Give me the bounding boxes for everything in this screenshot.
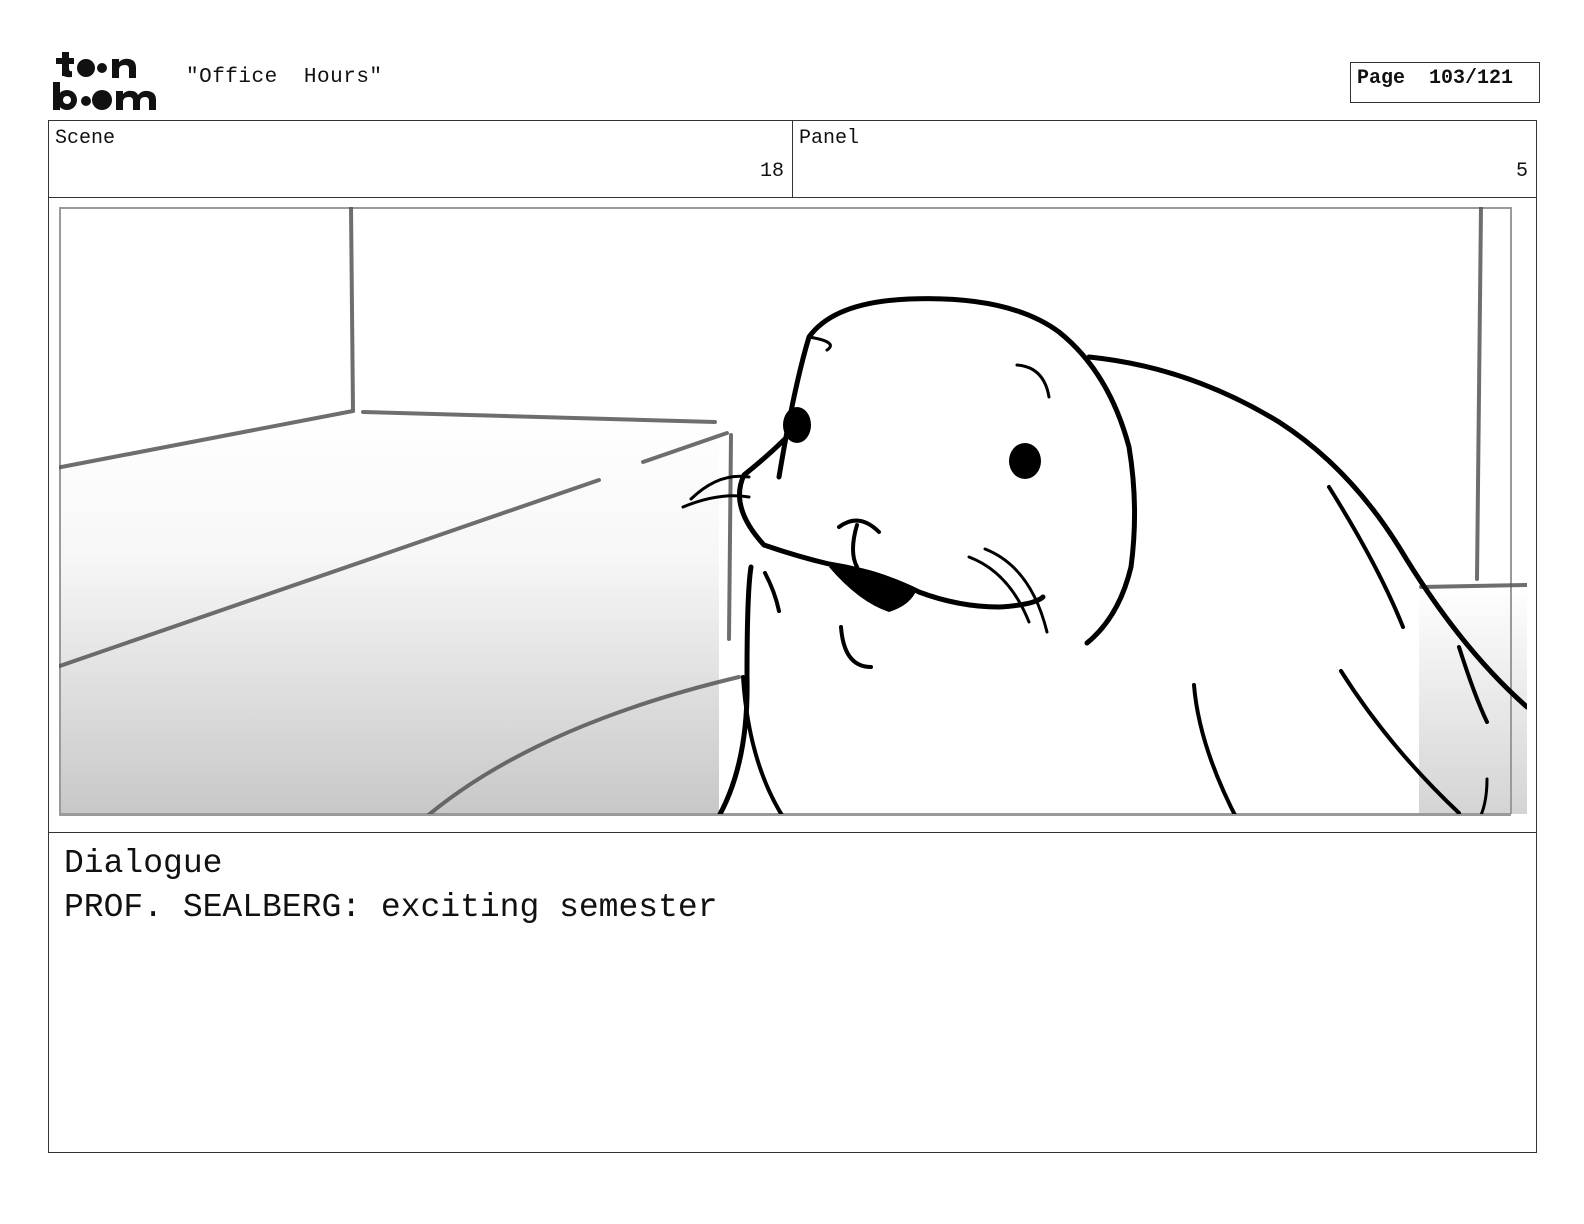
scene-number: 18 <box>759 160 784 183</box>
page-indicator: Page 103/121 <box>1350 62 1540 103</box>
scene-cell: Scene 18 <box>49 121 792 197</box>
panel-cell: Panel 5 <box>792 121 1536 197</box>
toonboom-logo-icon <box>53 52 156 110</box>
scene-label: Scene <box>55 127 116 150</box>
scene-panel-row: Scene 18 Panel 5 <box>48 120 1537 198</box>
panel-number: 5 <box>1515 160 1528 183</box>
dialogue-label: Dialogue <box>64 845 223 882</box>
panel-drawing <box>59 207 1527 823</box>
toonboom-logo <box>50 48 166 114</box>
panel-label: Panel <box>799 127 860 150</box>
dialogue-text: PROF. SEALBERG: exciting semester <box>64 889 718 926</box>
seal-sketch-icon <box>59 207 1527 823</box>
storyboard-title: "Office Hours" <box>186 66 383 89</box>
panel-frame <box>48 197 1537 833</box>
dialogue-box: Dialogue PROF. SEALBERG: exciting semest… <box>48 832 1537 1153</box>
